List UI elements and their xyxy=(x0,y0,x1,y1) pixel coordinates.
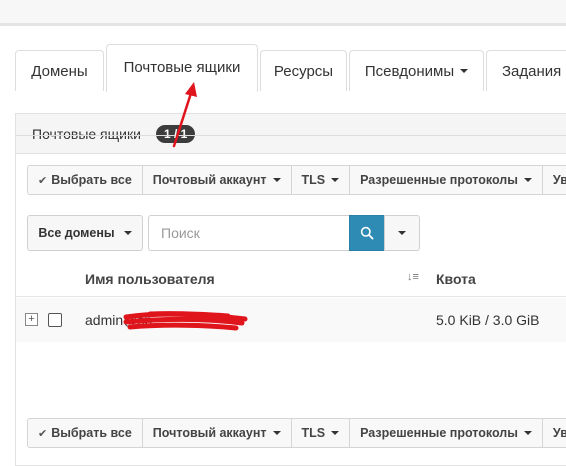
tls-label: TLS xyxy=(301,426,326,440)
tab-aliases[interactable]: Псевдонимы xyxy=(349,50,484,91)
column-header-username[interactable]: Имя пользователя xyxy=(85,271,215,287)
tab-domains[interactable]: Домены xyxy=(15,50,104,91)
domain-filter-label: Все домены xyxy=(38,226,115,240)
more-label: Ув xyxy=(552,173,566,187)
check-icon: ✔ xyxy=(38,174,48,187)
panel-header: Почтовые ящики 1 / 1 xyxy=(16,114,566,154)
table-header: Имя пользователя ↓≡ Квота xyxy=(16,259,566,297)
protocols-label: Разрешенные протоколы xyxy=(360,173,518,187)
row-quota: 5.0 KiB / 3.0 GiB xyxy=(436,312,540,328)
tab-mailboxes[interactable]: Почтовые ящики xyxy=(106,44,258,92)
sort-icon[interactable]: ↓≡ xyxy=(407,271,419,283)
top-strip xyxy=(0,0,566,25)
table-row: + admin@sp 5.0 KiB / 3.0 GiB xyxy=(16,298,566,342)
caret-down-icon xyxy=(123,231,132,235)
bulk-toolbar-bottom: ✔ Выбрать все Почтовый аккаунт TLS Разре… xyxy=(27,418,566,448)
domain-filter-dropdown[interactable]: Все домены xyxy=(27,215,143,251)
search-button[interactable] xyxy=(349,215,385,251)
panel-title: Почтовые ящики xyxy=(32,126,141,142)
caret-down-icon xyxy=(331,431,340,435)
tab-domains-label: Домены xyxy=(31,62,88,80)
tls-label: TLS xyxy=(301,173,326,187)
tls-dropdown[interactable]: TLS xyxy=(290,418,351,448)
row-username[interactable]: admin@sp xyxy=(85,312,152,328)
select-all-label: Выбрать все xyxy=(51,426,132,440)
tab-tasks[interactable]: Задания xyxy=(486,50,566,91)
tab-resources[interactable]: Ресурсы xyxy=(260,50,347,91)
protocols-label: Разрешенные протоколы xyxy=(360,426,518,440)
tab-aliases-label: Псевдонимы xyxy=(364,62,455,80)
top-divider xyxy=(0,23,566,26)
caret-down-icon xyxy=(523,431,532,435)
mail-account-label: Почтовый аккаунт xyxy=(152,426,267,440)
mail-account-label: Почтовый аккаунт xyxy=(152,173,267,187)
caret-down-icon xyxy=(272,431,281,435)
search-options-dropdown[interactable] xyxy=(384,215,420,251)
expand-icon[interactable]: + xyxy=(25,313,38,326)
tab-tasks-label: Задания xyxy=(502,62,562,80)
caret-down-icon xyxy=(272,178,281,182)
protocols-dropdown[interactable]: Разрешенные протоколы xyxy=(349,165,543,195)
select-all-button[interactable]: ✔ Выбрать все xyxy=(27,165,143,195)
mail-account-dropdown[interactable]: Почтовый аккаунт xyxy=(141,418,292,448)
protocols-dropdown[interactable]: Разрешенные протоколы xyxy=(349,418,543,448)
select-all-label: Выбрать все xyxy=(51,173,132,187)
count-badge: 1 / 1 xyxy=(156,125,196,143)
caret-down-icon xyxy=(331,178,340,182)
tab-resources-label: Ресурсы xyxy=(273,62,334,80)
search-icon xyxy=(360,226,374,240)
tls-dropdown[interactable]: TLS xyxy=(290,165,351,195)
check-icon: ✔ xyxy=(38,427,48,440)
search-input[interactable] xyxy=(148,215,350,251)
caret-down-icon xyxy=(398,231,406,235)
more-label: Ув xyxy=(552,426,566,440)
column-header-quota[interactable]: Квота xyxy=(436,271,476,287)
more-dropdown[interactable]: Ув xyxy=(541,165,566,195)
bulk-toolbar-top: ✔ Выбрать все Почтовый аккаунт TLS Разре… xyxy=(27,165,566,195)
mailboxes-panel: Почтовые ящики 1 / 1 ✔ Выбрать все Почто… xyxy=(15,113,566,466)
more-dropdown[interactable]: Ув xyxy=(541,418,566,448)
tab-mailboxes-label: Почтовые ящики xyxy=(123,59,241,76)
tabs-baseline xyxy=(15,135,566,136)
tab-bar: Домены Почтовые ящики Ресурсы Псевдонимы… xyxy=(0,44,566,136)
caret-down-icon xyxy=(460,69,469,73)
row-checkbox[interactable] xyxy=(48,313,62,327)
mail-account-dropdown[interactable]: Почтовый аккаунт xyxy=(141,165,292,195)
caret-down-icon xyxy=(523,178,532,182)
select-all-button[interactable]: ✔ Выбрать все xyxy=(27,418,143,448)
